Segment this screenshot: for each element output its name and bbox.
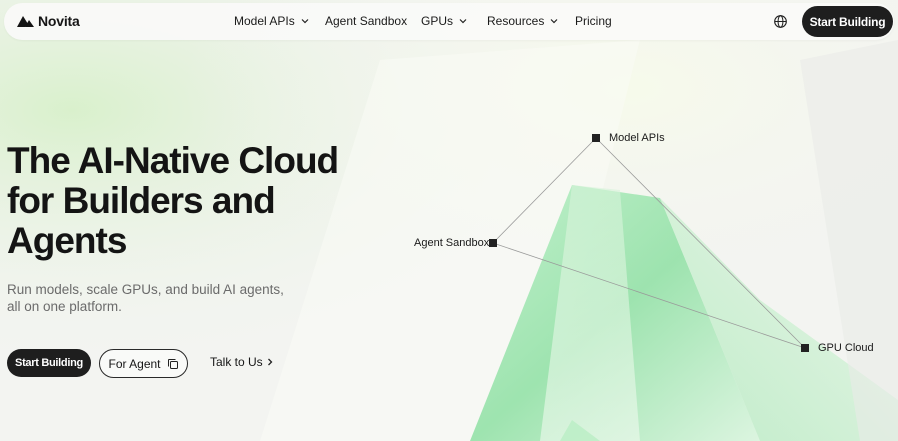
- nav-item-label: Agent Sandbox: [325, 14, 408, 28]
- talk-to-us-label: Talk to Us: [210, 355, 263, 369]
- chevron-down-icon: [550, 19, 558, 24]
- copy-icon: [167, 358, 178, 369]
- diagram-node-model-apis: Model APIs: [609, 132, 665, 144]
- start-building-nav-button[interactable]: Start Building: [802, 6, 893, 37]
- hero-title-line-2: for Builders and: [7, 180, 276, 221]
- top-navbar: Novita Model APIs Agent Sandbox GPUs Res…: [4, 3, 894, 40]
- diagram-node-marker: [489, 239, 497, 247]
- diagram-node-marker: [801, 344, 809, 352]
- chevron-down-icon: [459, 19, 467, 24]
- for-agent-button[interactable]: For Agent: [99, 349, 188, 378]
- start-building-button[interactable]: Start Building: [7, 349, 91, 377]
- nav-item-model-apis[interactable]: Model APIs: [234, 14, 310, 28]
- brand-name: Novita: [38, 13, 80, 29]
- nav-item-gpus[interactable]: GPUs: [421, 14, 468, 28]
- chevron-right-icon: [267, 358, 273, 366]
- nav-item-label: Resources: [487, 14, 545, 28]
- chevron-down-icon: [301, 19, 309, 24]
- nav-item-pricing[interactable]: Pricing: [575, 14, 612, 28]
- nav-item-resources[interactable]: Resources: [487, 14, 559, 28]
- hero-title: The AI-Native Cloud for Builders and Age…: [7, 141, 367, 261]
- nav-item-label: Model APIs: [234, 14, 295, 28]
- diagram-node-agent-sandbox: Agent Sandbox: [414, 237, 490, 249]
- hero-subtitle: Run models, scale GPUs, and build AI age…: [7, 282, 284, 314]
- hero-title-line-3: Agents: [7, 220, 127, 261]
- globe-icon[interactable]: [773, 14, 788, 29]
- diagram-node-gpu-cloud: GPU Cloud: [818, 342, 874, 354]
- nav-item-agent-sandbox[interactable]: Agent Sandbox: [325, 14, 407, 28]
- talk-to-us-link[interactable]: Talk to Us: [210, 355, 274, 369]
- for-agent-label: For Agent: [108, 356, 161, 371]
- diagram-node-marker: [592, 134, 600, 142]
- nav-item-label: Pricing: [575, 14, 612, 28]
- brand-logo[interactable]: Novita: [17, 13, 80, 29]
- hero-title-line-1: The AI-Native Cloud: [7, 140, 339, 181]
- novita-logo-icon: [17, 15, 34, 27]
- nav-item-label: GPUs: [421, 14, 454, 28]
